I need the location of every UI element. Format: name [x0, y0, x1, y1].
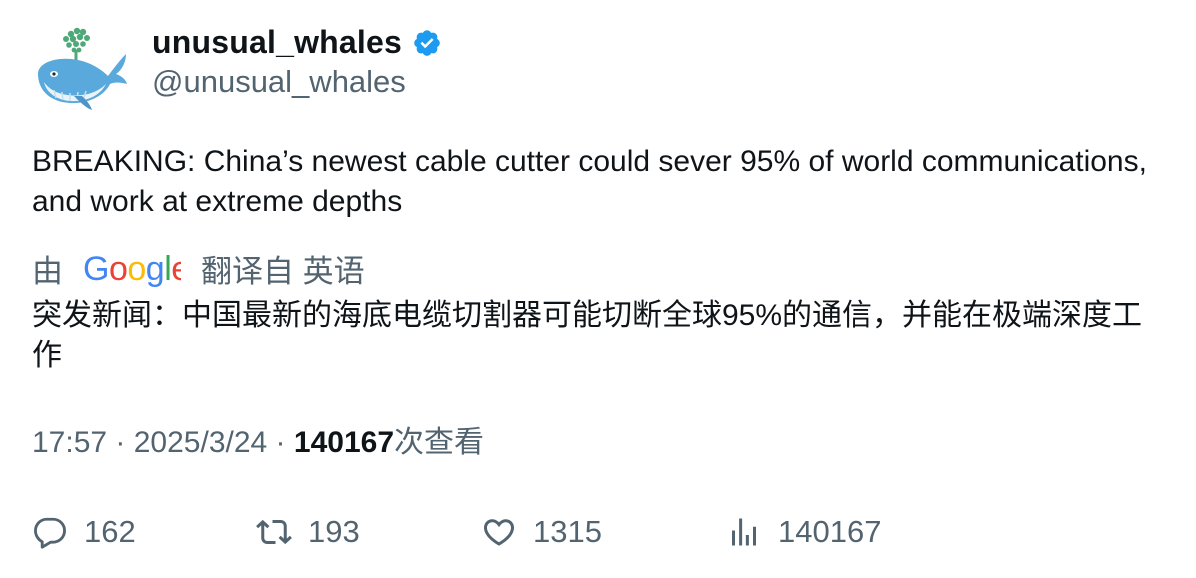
tweet-date[interactable]: 2025/3/24 [134, 426, 267, 459]
retweet-icon [256, 519, 292, 545]
display-name[interactable]: unusual_whales [152, 24, 402, 61]
reply-button[interactable]: 162 [32, 510, 136, 554]
translation-prefix: 由 [32, 253, 63, 289]
translation-suffix[interactable]: 翻译自 英语 [201, 246, 365, 291]
action-bar: 162 193 1315 140167 [32, 510, 1162, 554]
whale-logo-icon [38, 27, 127, 110]
author-name-row[interactable]: unusual_whales [152, 22, 442, 62]
like-button[interactable]: 1315 [481, 510, 602, 554]
views-action-count: 140167 [778, 514, 882, 549]
views-label: 次查看 [394, 426, 484, 459]
google-logo: Google [83, 246, 181, 290]
meta-separator: · [267, 426, 294, 459]
heart-icon [483, 519, 515, 546]
views-button[interactable]: 140167 [726, 510, 881, 554]
author-handle[interactable]: @unusual_whales [152, 62, 406, 102]
meta-separator: · [107, 426, 134, 459]
svg-text:Google: Google [83, 250, 181, 288]
reply-icon [34, 517, 66, 549]
tweet-text: BREAKING: China’s newest cable cutter co… [32, 145, 1147, 218]
analytics-icon [732, 518, 756, 546]
tweet-time[interactable]: 17:57 [32, 426, 107, 459]
avatar[interactable] [30, 24, 130, 114]
reply-count: 162 [84, 514, 136, 549]
translated-text: 突发新闻：中国最新的海底电缆切割器可能切断全球95%的通信，并能在极端深度工作 [32, 299, 1143, 372]
retweet-count: 193 [308, 514, 360, 549]
like-count: 1315 [533, 514, 602, 549]
views-count: 140167 [293, 426, 394, 459]
tweet-meta: 17:57 · 2025/3/24 · 140167次查看 [32, 423, 484, 463]
translation-attribution: 由 Google 翻译自 英语 [32, 246, 365, 290]
verified-badge-icon [414, 30, 440, 56]
retweet-button[interactable]: 193 [256, 510, 360, 554]
